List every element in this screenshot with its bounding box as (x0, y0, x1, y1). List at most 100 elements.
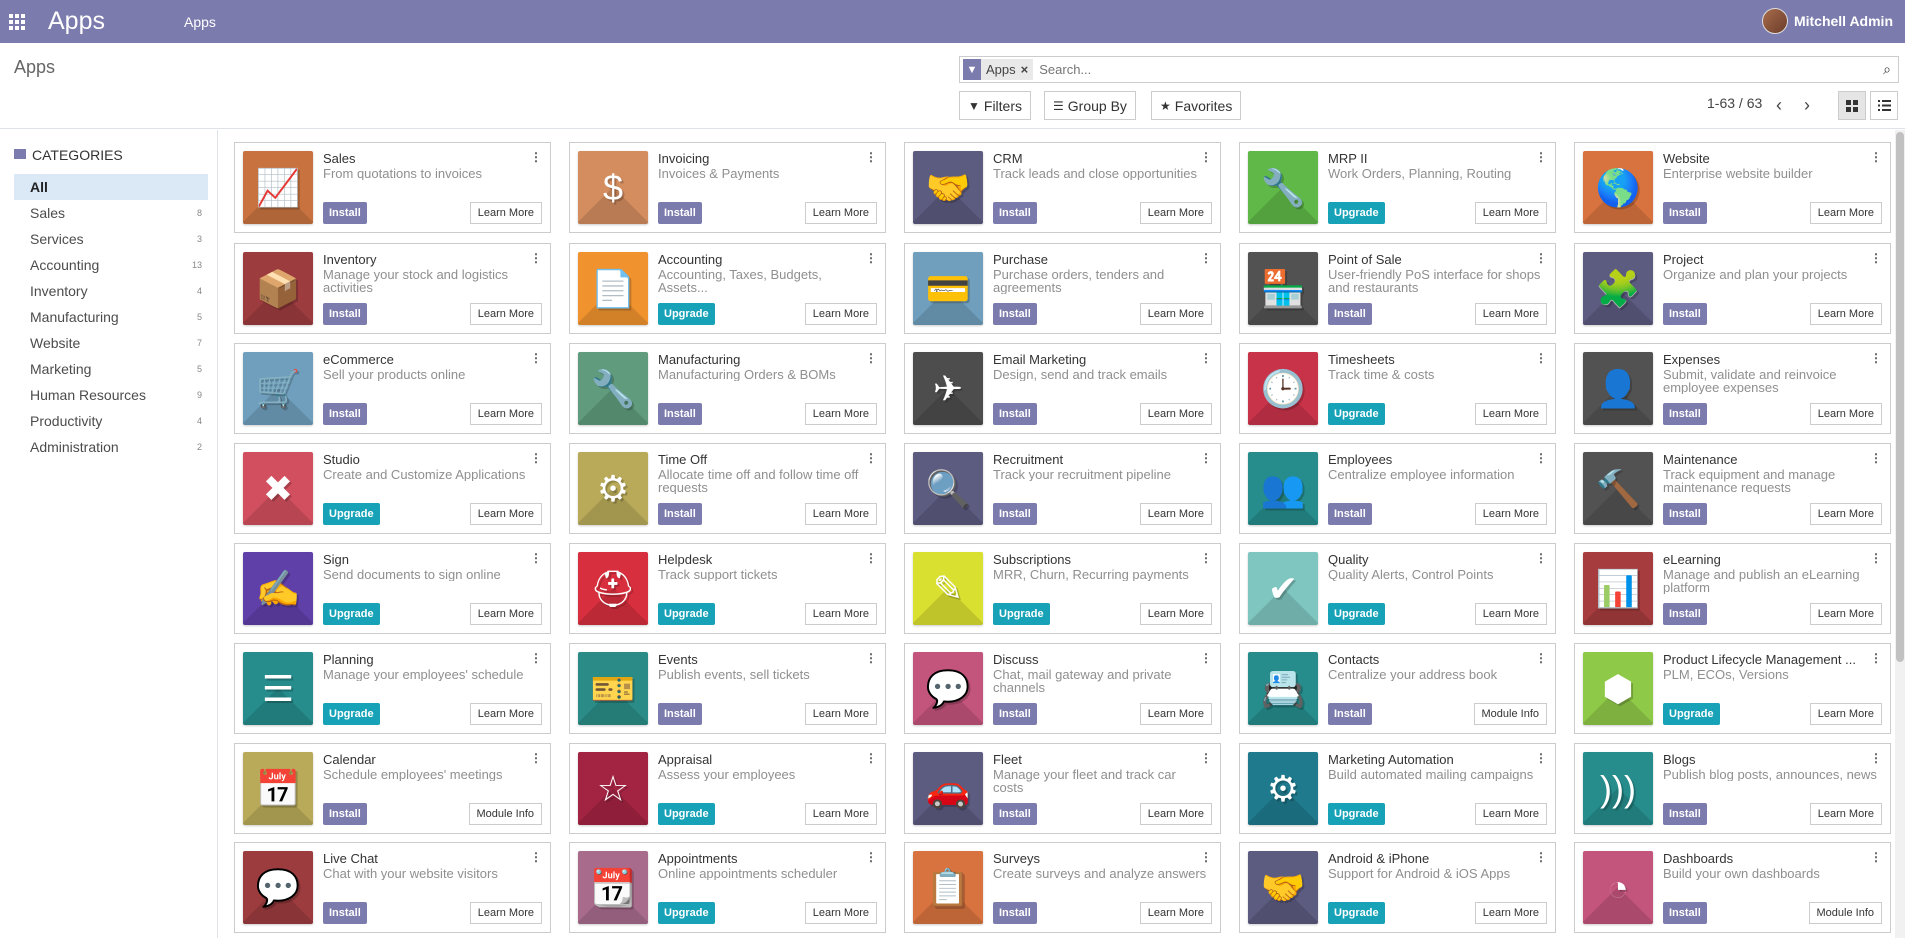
upgrade-button[interactable]: Upgrade (1328, 803, 1385, 825)
dropdown-kebab-icon[interactable]: ⋮ (1870, 751, 1882, 765)
install-button[interactable]: Install (993, 403, 1037, 425)
dropdown-kebab-icon[interactable]: ⋮ (530, 251, 542, 265)
learn-more-button[interactable]: Learn More (1809, 703, 1882, 725)
favorites-button[interactable]: ★ Favorites (1151, 91, 1242, 120)
remove-facet-icon[interactable]: × (1021, 62, 1034, 77)
install-button[interactable]: Install (1663, 403, 1707, 425)
install-button[interactable]: Install (1663, 303, 1707, 325)
sidebar-item-human-resources[interactable]: Human Resources 9 (14, 382, 208, 408)
install-button[interactable]: Install (658, 503, 702, 525)
sidebar-item-website[interactable]: Website 7 (14, 330, 208, 356)
dropdown-kebab-icon[interactable]: ⋮ (1200, 551, 1212, 565)
dropdown-kebab-icon[interactable]: ⋮ (1870, 850, 1882, 864)
dropdown-kebab-icon[interactable]: ⋮ (1535, 451, 1547, 465)
learn-more-button[interactable]: Learn More (1474, 603, 1547, 625)
dropdown-kebab-icon[interactable]: ⋮ (1200, 150, 1212, 164)
dropdown-kebab-icon[interactable]: ⋮ (1200, 850, 1212, 864)
install-button[interactable]: Install (323, 202, 367, 224)
module-info-button[interactable]: Module Info (1808, 902, 1882, 924)
learn-more-button[interactable]: Learn More (469, 303, 542, 325)
install-button[interactable]: Install (993, 902, 1037, 924)
learn-more-button[interactable]: Learn More (1139, 603, 1212, 625)
upgrade-button[interactable]: Upgrade (658, 902, 715, 924)
dropdown-kebab-icon[interactable]: ⋮ (1535, 751, 1547, 765)
install-button[interactable]: Install (658, 403, 702, 425)
learn-more-button[interactable]: Learn More (1809, 803, 1882, 825)
install-button[interactable]: Install (1663, 902, 1707, 924)
dropdown-kebab-icon[interactable]: ⋮ (530, 351, 542, 365)
learn-more-button[interactable]: Learn More (804, 503, 877, 525)
dropdown-kebab-icon[interactable]: ⋮ (1535, 651, 1547, 665)
dropdown-kebab-icon[interactable]: ⋮ (865, 751, 877, 765)
dropdown-kebab-icon[interactable]: ⋮ (1200, 651, 1212, 665)
list-view-icon[interactable] (1870, 91, 1898, 120)
install-button[interactable]: Install (1328, 503, 1372, 525)
upgrade-button[interactable]: Upgrade (323, 603, 380, 625)
scrollbar[interactable] (1895, 130, 1905, 938)
install-button[interactable]: Install (993, 503, 1037, 525)
dropdown-kebab-icon[interactable]: ⋮ (1870, 551, 1882, 565)
install-button[interactable]: Install (323, 303, 367, 325)
upgrade-button[interactable]: Upgrade (658, 303, 715, 325)
upgrade-button[interactable]: Upgrade (1328, 902, 1385, 924)
dropdown-kebab-icon[interactable]: ⋮ (1870, 651, 1882, 665)
install-button[interactable]: Install (993, 202, 1037, 224)
install-button[interactable]: Install (993, 303, 1037, 325)
dropdown-kebab-icon[interactable]: ⋮ (1200, 251, 1212, 265)
learn-more-button[interactable]: Learn More (469, 703, 542, 725)
learn-more-button[interactable]: Learn More (804, 703, 877, 725)
upgrade-button[interactable]: Upgrade (1328, 603, 1385, 625)
install-button[interactable]: Install (993, 803, 1037, 825)
install-button[interactable]: Install (323, 803, 367, 825)
dropdown-kebab-icon[interactable]: ⋮ (865, 251, 877, 265)
dropdown-kebab-icon[interactable]: ⋮ (865, 651, 877, 665)
learn-more-button[interactable]: Learn More (804, 902, 877, 924)
learn-more-button[interactable]: Learn More (1474, 303, 1547, 325)
dropdown-kebab-icon[interactable]: ⋮ (1535, 351, 1547, 365)
learn-more-button[interactable]: Learn More (1809, 403, 1882, 425)
search-icon[interactable]: ⌕ (1876, 61, 1898, 78)
upgrade-button[interactable]: Upgrade (993, 603, 1050, 625)
dropdown-kebab-icon[interactable]: ⋮ (1870, 251, 1882, 265)
dropdown-kebab-icon[interactable]: ⋮ (1535, 150, 1547, 164)
learn-more-button[interactable]: Learn More (1474, 902, 1547, 924)
dropdown-kebab-icon[interactable]: ⋮ (1200, 451, 1212, 465)
install-button[interactable]: Install (1328, 703, 1372, 725)
dropdown-kebab-icon[interactable]: ⋮ (530, 451, 542, 465)
learn-more-button[interactable]: Learn More (1139, 202, 1212, 224)
learn-more-button[interactable]: Learn More (804, 603, 877, 625)
dropdown-kebab-icon[interactable]: ⋮ (530, 850, 542, 864)
pager-next-icon[interactable]: › (1794, 91, 1820, 120)
sidebar-item-manufacturing[interactable]: Manufacturing 5 (14, 304, 208, 330)
upgrade-button[interactable]: Upgrade (323, 703, 380, 725)
install-button[interactable]: Install (1328, 303, 1372, 325)
learn-more-button[interactable]: Learn More (1474, 503, 1547, 525)
learn-more-button[interactable]: Learn More (804, 202, 877, 224)
nav-item-apps[interactable]: Apps (184, 14, 216, 30)
module-info-button[interactable]: Module Info (468, 803, 542, 825)
learn-more-button[interactable]: Learn More (469, 603, 542, 625)
upgrade-button[interactable]: Upgrade (1328, 403, 1385, 425)
search-input[interactable] (1039, 62, 1876, 77)
group-by-button[interactable]: ☰ Group By (1044, 91, 1136, 120)
learn-more-button[interactable]: Learn More (1809, 603, 1882, 625)
sidebar-item-sales[interactable]: Sales 8 (14, 200, 208, 226)
learn-more-button[interactable]: Learn More (804, 303, 877, 325)
learn-more-button[interactable]: Learn More (1139, 902, 1212, 924)
install-button[interactable]: Install (1663, 803, 1707, 825)
learn-more-button[interactable]: Learn More (469, 503, 542, 525)
dropdown-kebab-icon[interactable]: ⋮ (1870, 451, 1882, 465)
upgrade-button[interactable]: Upgrade (1328, 202, 1385, 224)
filters-button[interactable]: ▼ Filters (959, 91, 1032, 120)
dropdown-kebab-icon[interactable]: ⋮ (1535, 850, 1547, 864)
dropdown-kebab-icon[interactable]: ⋮ (530, 751, 542, 765)
app-brand[interactable]: Apps (48, 7, 158, 36)
learn-more-button[interactable]: Learn More (469, 202, 542, 224)
dropdown-kebab-icon[interactable]: ⋮ (1870, 150, 1882, 164)
dropdown-kebab-icon[interactable]: ⋮ (1200, 351, 1212, 365)
dropdown-kebab-icon[interactable]: ⋮ (865, 850, 877, 864)
install-button[interactable]: Install (993, 703, 1037, 725)
sidebar-item-all[interactable]: All (14, 174, 208, 200)
learn-more-button[interactable]: Learn More (1474, 403, 1547, 425)
install-button[interactable]: Install (658, 703, 702, 725)
